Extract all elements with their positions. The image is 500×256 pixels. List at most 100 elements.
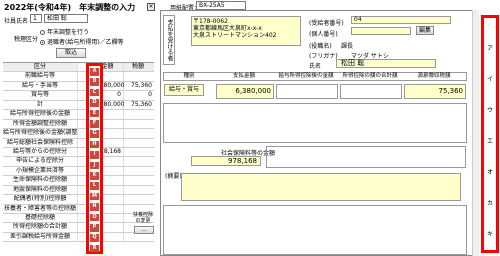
table-row[interactable]: 給与所得控除後の金額 [3,110,154,120]
row-tax[interactable]: 0 [124,91,154,99]
row-tax[interactable] [124,167,154,175]
row-tax[interactable] [124,139,154,147]
row-label: 前職給与等 [3,72,78,81]
letter-marker: L [90,182,99,190]
right-button-strip: アイウエオカキ [481,15,499,253]
side-tab-button[interactable]: オ [485,167,495,176]
radio-year-end[interactable]: 年末調整を行う [40,27,89,36]
recipient-no-field[interactable]: 04 [351,16,451,24]
row-label: 給与総額社会保険料控除 [3,138,78,147]
my-number-field[interactable] [351,27,411,35]
table-row[interactable]: 配偶者(特別)控除額 [3,195,154,205]
table-row[interactable]: 生命保険料の控除額 [3,176,154,186]
table-row[interactable]: 給与総額社会保険料控除 [3,138,154,148]
insurance-field[interactable]: 978,168 [191,156,261,166]
total-deduct-field[interactable] [340,84,402,99]
table-row[interactable]: 前職給与等 [3,72,154,82]
slip-scrollbar[interactable] [472,10,479,256]
letter-marker: K [90,172,99,180]
window-title: 2022年(令和4年) 年末調整の入力 [4,3,136,12]
table-row[interactable]: 小規模企業共済等 [3,166,154,177]
row-label: 地震保険料の控除額 [3,185,78,195]
row-label: 給与・手当等 [3,81,78,91]
letter-marker: N [90,203,99,211]
row-tax[interactable] [124,157,154,165]
payee-label: 支払を受ける者 [163,15,175,65]
table-row[interactable]: 地震保険料の控除額 [3,185,154,196]
letter-marker: R [90,244,99,253]
letter-marker: D [90,99,99,107]
radio-selected-icon [40,40,45,45]
row-tax[interactable] [124,129,154,137]
row-tax[interactable] [124,176,154,184]
row-label: 給与所得控除後の金額(調整控除後) [3,129,78,138]
table-row[interactable]: 計 6,380,000 75,360 [3,100,154,111]
row-tax[interactable] [124,148,154,156]
row-label: 扶養者・障害者等の控除額 [3,204,78,213]
table-row[interactable]: 給与等からの控除分 978,168 [3,147,154,158]
table-row[interactable]: 所得控除額の合計額 [3,223,154,233]
row-label: 申告による控除分 [3,157,78,166]
row-label: 差引課税給与所得金額 [3,232,78,242]
table-row[interactable]: 申告による控除分 [3,157,154,167]
bottom-section [163,205,467,255]
hdr-total-deduct: 所得控除の額の合計額 [342,73,398,79]
address-block[interactable]: 〒178-0062 東京都練馬区大泉町x-x-x 大泉ストリートマンション402 [191,16,301,46]
radio-retired-label: 退職者(給与所得用)／乙欄等 [47,39,124,46]
letter-marker: E [90,109,99,118]
side-tab-button[interactable]: ウ [485,105,495,114]
row-label: 配偶者(特別)控除額 [3,195,78,204]
side-tab-button[interactable]: ア [485,43,495,52]
letter-marker: A [90,68,99,76]
row-tax[interactable]: 75,360 [124,82,154,90]
insurance-other-section [266,146,466,168]
tax-category-label: 税理区分 [14,36,39,43]
side-tab-button[interactable]: キ [485,229,495,238]
employee-code-field[interactable]: 1 [30,14,42,23]
table-row[interactable]: 差引課税給与所得金額 [3,232,154,243]
row-tax[interactable] [124,120,154,128]
row-tax[interactable] [124,186,154,194]
kind-field[interactable]: 給与・賞与 [164,84,204,96]
recipient-no-label: (受給者番号) [309,20,344,27]
row-tax[interactable] [124,233,154,241]
paper-select[interactable]: BX-25A5 [196,1,246,10]
after-deduct-field[interactable] [276,84,338,99]
letter-marker: I [90,151,99,159]
summary-field[interactable] [181,173,461,201]
address-line-1: 東京都練馬区大泉町x-x-x [193,25,262,32]
letter-marker: H [90,140,99,149]
dependent-change-button[interactable]: … [134,226,154,234]
address-line-2: 大泉ストリートマンション402 [193,32,277,39]
import-button[interactable]: 取込 [56,48,86,58]
withholding-slip: 支払を受ける者 〒178-0062 東京都練馬区大泉町x-x-x 大泉ストリート… [160,10,474,256]
side-tab-button[interactable]: カ [485,198,495,207]
row-tax[interactable] [124,72,154,80]
dependents-section [163,103,467,143]
row-label: 給与等からの控除分 [3,147,78,157]
pay-amount-field[interactable]: 6,380,000 [216,84,274,99]
side-tab-button[interactable]: エ [485,136,495,145]
letter-marker: P [90,224,99,232]
withholding-field[interactable]: 75,360 [404,84,466,99]
table-row[interactable]: 給与・手当等 6,380,000 75,360 [3,81,154,92]
letter-marker: M [90,192,99,201]
letter-marker: Q [90,234,99,242]
table-row[interactable]: 賞与等 0 0 [3,91,154,101]
row-tax[interactable]: 75,360 [124,101,154,109]
row-label: 小規模企業共済等 [3,166,78,176]
employee-name-field[interactable]: 松田 聡 [44,14,88,23]
radio-retired[interactable]: 退職者(給与所得用)／乙欄等 [40,37,124,46]
slip-name-field[interactable]: 松田 聡 [336,59,436,68]
dependent-note: 扶養控除の変更 [132,212,153,224]
header-category: 区分 [3,63,78,72]
edit-button[interactable]: 編集 [416,26,434,35]
table-row[interactable]: 給与所得控除後の金額(調整控除後) [3,129,154,139]
radio-year-end-label: 年末調整を行う [47,29,90,36]
row-tax[interactable] [124,195,154,203]
close-button[interactable]: × [147,3,155,11]
hdr-kind: 種別 [183,73,195,79]
table-row[interactable]: 所得金額調整控除額 [3,119,154,130]
side-tab-button[interactable]: イ [485,74,495,83]
row-tax[interactable] [124,110,154,118]
